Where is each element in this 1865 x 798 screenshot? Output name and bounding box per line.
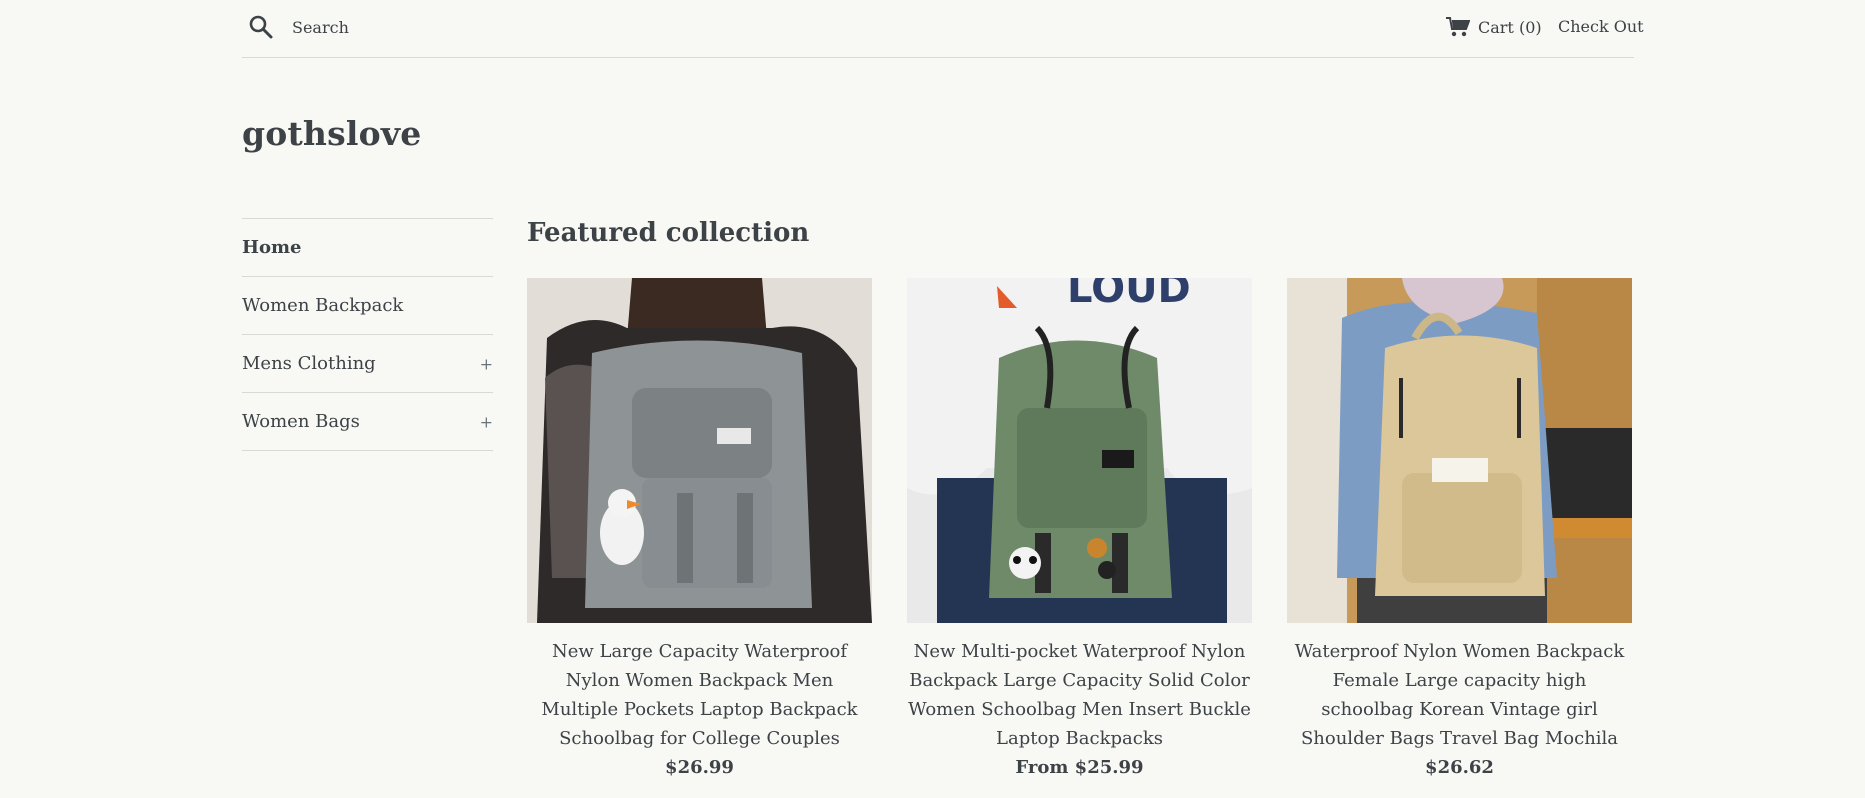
top-bar: Cart (0) Check Out — [242, 0, 1644, 58]
search-icon[interactable] — [248, 14, 274, 40]
cart-label: Cart (0) — [1478, 17, 1542, 37]
expand-toggle[interactable]: + — [480, 354, 493, 373]
search-input[interactable] — [292, 14, 592, 40]
product-card[interactable]: Waterproof Nylon Women Backpack Female L… — [1287, 278, 1632, 782]
product-card[interactable]: New Large Capacity Waterproof Nylon Wome… — [527, 278, 872, 782]
product-image[interactable]: LOUD — [907, 278, 1252, 623]
sidebar-item-label: Women Bags — [242, 411, 360, 432]
product-grid: New Large Capacity Waterproof Nylon Wome… — [527, 278, 1634, 782]
cart-icon — [1446, 17, 1470, 37]
product-price: $26.62 — [1425, 757, 1494, 778]
product-price: From $25.99 — [1015, 757, 1144, 778]
product-card[interactable]: LOUD New Multi-pocket Waterproof Nylon B… — [907, 278, 1252, 782]
product-image[interactable] — [527, 278, 872, 623]
sidebar-nav: Home Women Backpack Mens Clothing + Wome… — [242, 218, 493, 451]
product-title[interactable]: Waterproof Nylon Women Backpack Female L… — [1287, 637, 1632, 753]
sidebar-item-mens-clothing[interactable]: Mens Clothing + — [242, 334, 493, 392]
product-price: $26.99 — [665, 757, 734, 778]
expand-toggle[interactable]: + — [480, 412, 493, 431]
product-title[interactable]: New Large Capacity Waterproof Nylon Wome… — [527, 637, 872, 753]
cart-link[interactable]: Cart (0) — [1446, 14, 1542, 40]
site-logo[interactable]: gothslove — [242, 114, 421, 153]
product-title[interactable]: New Multi-pocket Waterproof Nylon Backpa… — [907, 637, 1252, 753]
checkout-link[interactable]: Check Out — [1558, 14, 1644, 40]
sidebar-item-label: Mens Clothing — [242, 353, 376, 374]
sidebar-item-label: Women Backpack — [242, 295, 404, 316]
sidebar-item-home[interactable]: Home — [242, 218, 493, 276]
page: Cart (0) Check Out gothslove Home Women … — [0, 0, 1865, 798]
product-image[interactable] — [1287, 278, 1632, 623]
sidebar-item-women-bags[interactable]: Women Bags + — [242, 392, 493, 451]
sidebar-item-label: Home — [242, 237, 302, 258]
section-title: Featured collection — [527, 218, 810, 248]
svg-text:LOUD: LOUD — [1067, 278, 1191, 312]
sidebar-item-women-backpack[interactable]: Women Backpack — [242, 276, 493, 334]
